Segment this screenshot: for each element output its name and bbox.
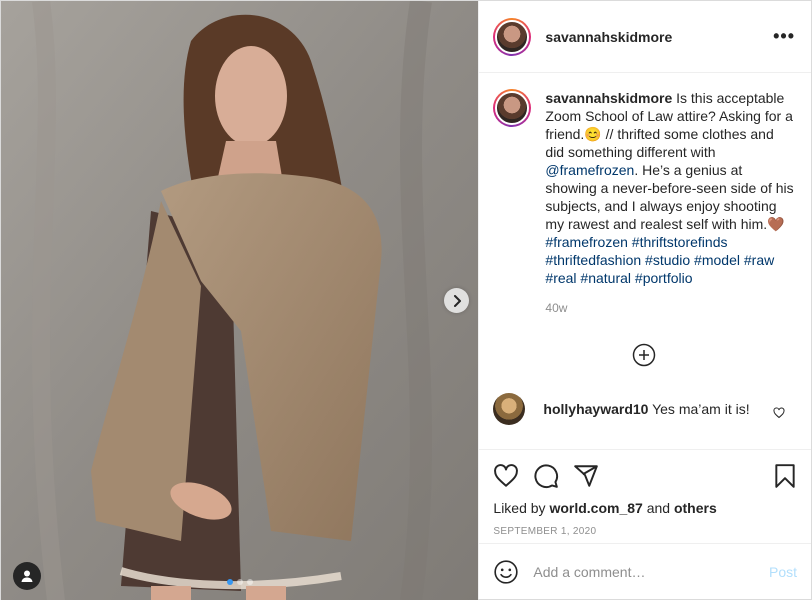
post-actions: Liked by world.com_87 and others Septemb… bbox=[479, 449, 811, 543]
post-caption: savannahskidmore Is this acceptable Zoom… bbox=[493, 89, 795, 317]
carousel-dot-1 bbox=[227, 579, 233, 585]
comment-button[interactable] bbox=[533, 463, 559, 489]
smile-emoji: 😊 bbox=[584, 126, 602, 142]
post-side-panel: savannahskidmore ••• savannahskidmore Is… bbox=[478, 1, 811, 599]
woman-in-blazer-photo bbox=[1, 1, 479, 600]
caption-text: savannahskidmore Is this acceptable Zoom… bbox=[545, 89, 795, 317]
comment-icon bbox=[534, 464, 559, 489]
next-slide-button[interactable] bbox=[444, 288, 469, 313]
bookmark-icon bbox=[775, 464, 795, 488]
comment-body: Yes ma’am it is! bbox=[652, 401, 750, 417]
post-date[interactable]: September 1, 2020 bbox=[493, 526, 797, 537]
hashtag-links[interactable]: #framefrozen #thriftstorefinds #thrifted… bbox=[545, 234, 774, 286]
commenter-avatar[interactable] bbox=[493, 393, 526, 425]
comment-item: hollyhayward10 Yes ma’am it is! bbox=[493, 393, 795, 425]
liked-by-user[interactable]: world.com_87 bbox=[549, 500, 642, 516]
instagram-post-modal: savannahskidmore ••• savannahskidmore Is… bbox=[0, 0, 812, 600]
post-comment-button[interactable]: Post bbox=[769, 564, 797, 580]
user-tag-icon bbox=[21, 570, 33, 582]
save-button[interactable] bbox=[773, 463, 797, 489]
caption-username[interactable]: savannahskidmore bbox=[545, 90, 672, 106]
share-icon bbox=[574, 465, 599, 487]
commenter-username[interactable]: hollyhayward10 bbox=[543, 401, 648, 417]
action-icons-row bbox=[493, 460, 797, 492]
tagged-users-button[interactable] bbox=[13, 562, 41, 590]
caption-avatar[interactable] bbox=[493, 89, 532, 127]
carousel-dot-3 bbox=[247, 579, 253, 585]
comments-section: savannahskidmore Is this acceptable Zoom… bbox=[479, 73, 811, 449]
header-username[interactable]: savannahskidmore bbox=[545, 29, 773, 45]
liked-by-others[interactable]: others bbox=[674, 500, 717, 516]
mention-link[interactable]: @framefrozen bbox=[545, 162, 634, 178]
comment-text: hollyhayward10 Yes ma’am it is! bbox=[543, 401, 773, 417]
carousel-indicator bbox=[227, 579, 253, 585]
post-photo[interactable] bbox=[1, 1, 479, 600]
add-circle-icon bbox=[632, 343, 656, 367]
emoji-icon[interactable] bbox=[493, 559, 519, 585]
heart-icon bbox=[494, 464, 519, 487]
like-button[interactable] bbox=[493, 463, 519, 489]
comment-heart-icon[interactable] bbox=[773, 407, 785, 419]
likes-prefix: Liked by bbox=[493, 500, 550, 516]
more-horizontal-icon[interactable]: ••• bbox=[773, 26, 795, 47]
share-button[interactable] bbox=[573, 463, 599, 489]
chevron-right-icon bbox=[453, 294, 461, 307]
likes-middle: and bbox=[642, 500, 674, 516]
profile-avatar[interactable] bbox=[493, 17, 532, 56]
caption-time[interactable]: 40w bbox=[545, 299, 795, 317]
add-comment-bar: Post bbox=[479, 543, 811, 599]
likes-summary: Liked by world.com_87 and others bbox=[493, 500, 797, 516]
brown-heart-emoji: 🤎 bbox=[767, 216, 785, 232]
load-more-comments-button[interactable] bbox=[493, 343, 795, 367]
carousel-dot-2 bbox=[237, 579, 243, 585]
comment-input[interactable] bbox=[533, 563, 769, 580]
post-header: savannahskidmore ••• bbox=[479, 1, 811, 73]
